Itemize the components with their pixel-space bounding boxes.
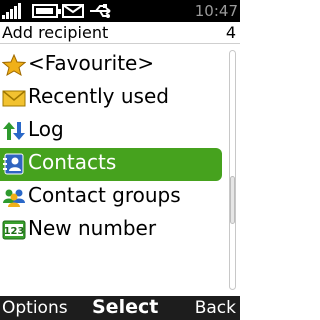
back-softkey[interactable]: Back <box>195 298 236 318</box>
page-title: Add recipient <box>2 23 109 42</box>
battery-icon <box>32 4 61 18</box>
svg-text:123: 123 <box>4 226 25 237</box>
contact-groups-icon <box>3 189 25 207</box>
usb-connection-icon <box>90 4 111 18</box>
contacts-icon <box>3 153 24 175</box>
scrollbar-thumb[interactable] <box>230 176 235 224</box>
list-item-contacts[interactable]: Contacts <box>0 148 222 181</box>
list-item-recently-used[interactable]: Recently used <box>0 82 222 115</box>
list-item-label: Contacts <box>28 150 117 174</box>
keypad-123-icon: 123 <box>2 220 26 240</box>
list-item-label: Recently used <box>28 84 169 108</box>
list-item-label: New number <box>28 216 157 240</box>
item-count: 4 <box>225 23 236 42</box>
clock: 10:47 <box>194 2 238 20</box>
scrollbar[interactable] <box>229 50 236 290</box>
envelope-icon <box>2 90 26 107</box>
list-item-label: Log <box>28 117 64 141</box>
list-item-favourite[interactable]: <Favourite> <box>0 49 222 82</box>
list-item-log[interactable]: Log <box>0 115 222 148</box>
softkey-bar: Options Select Back <box>0 296 240 320</box>
options-softkey[interactable]: Options <box>2 298 68 318</box>
title-bar: Add recipient 4 <box>0 22 240 44</box>
select-softkey[interactable]: Select <box>92 296 158 318</box>
log-arrows-icon <box>3 122 25 140</box>
message-envelope-icon <box>62 4 84 18</box>
list-item-label: <Favourite> <box>28 51 155 75</box>
signal-strength-icon <box>2 3 30 19</box>
status-bar: 10:47 <box>0 0 240 22</box>
list-item-contact-groups[interactable]: Contact groups <box>0 181 222 214</box>
list-item-new-number[interactable]: 123 New number <box>0 214 222 247</box>
star-icon <box>2 54 26 76</box>
list-item-label: Contact groups <box>28 183 181 207</box>
